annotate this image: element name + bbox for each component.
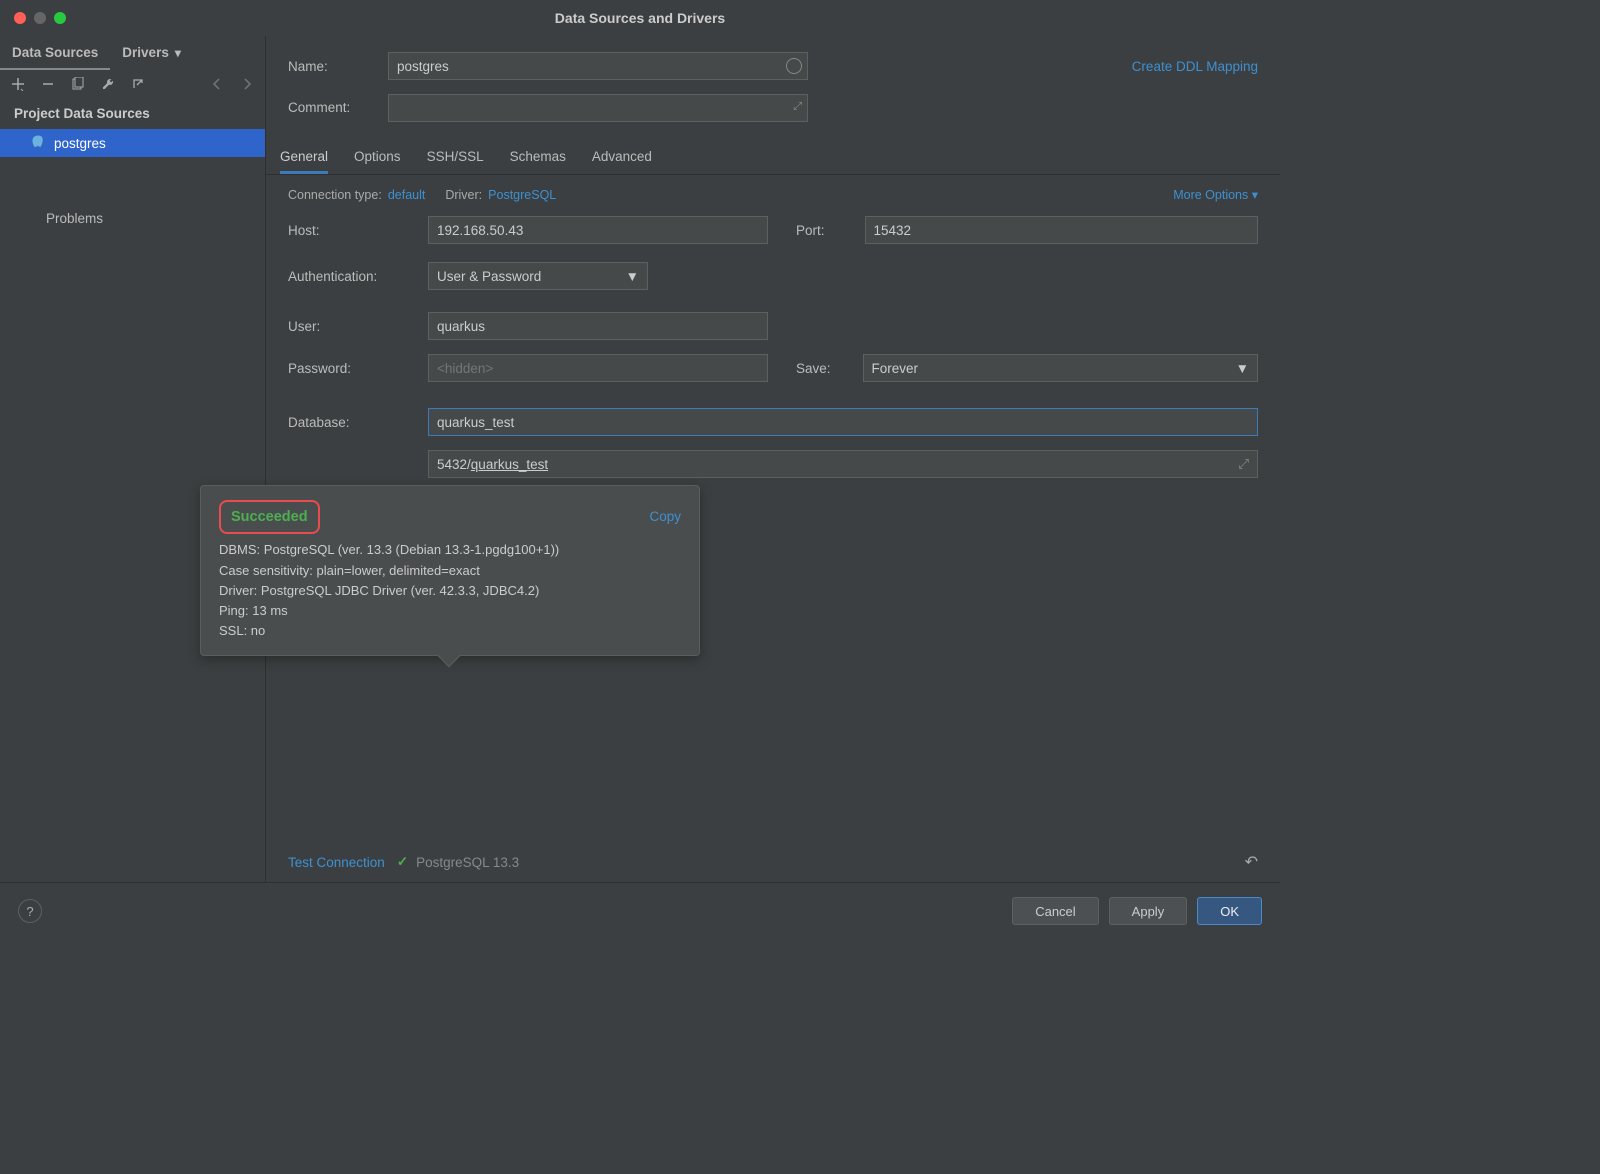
form-body: Host: Port: Authentication: User & Passw… [266,214,1280,492]
driver-label: Driver: [445,188,482,202]
url-db: quarkus_test [471,457,548,472]
traffic-lights [14,12,66,24]
remove-icon[interactable] [40,76,56,92]
comment-input[interactable] [388,94,808,122]
window-title: Data Sources and Drivers [555,10,725,26]
create-ddl-mapping-link[interactable]: Create DDL Mapping [1132,59,1258,74]
copy-link[interactable]: Copy [649,507,681,528]
port-label: Port: [796,223,825,238]
expand-icon[interactable]: ⤢ [793,101,802,114]
right-panel: Name: Create DDL Mapping Comment: ⤢ Gene… [266,36,1280,882]
database-label: Database: [288,415,428,430]
chevron-down-icon: ▼ [1236,361,1249,376]
tooltip-line: SSL: no [219,621,681,641]
tab-drivers-label: Drivers [122,45,169,60]
test-connection-link[interactable]: Test Connection [288,855,385,870]
name-field-wrap [388,52,808,80]
form-top: Name: Create DDL Mapping Comment: ⤢ [266,36,1280,140]
url-input[interactable]: 5432/quarkus_test ⤢ [428,450,1258,478]
host-input[interactable] [428,216,768,244]
titlebar: Data Sources and Drivers [0,0,1280,36]
minimize-window-icon [34,12,46,24]
driver-value[interactable]: PostgreSQL [488,188,556,202]
project-data-sources-header: Project Data Sources [0,98,265,129]
chevron-down-icon: ▼ [626,269,639,284]
wrench-icon[interactable] [100,76,116,92]
comment-label: Comment: [288,100,388,115]
connection-test-tooltip: Succeeded Copy DBMS: PostgreSQL (ver. 13… [200,485,700,656]
tooltip-line: Driver: PostgreSQL JDBC Driver (ver. 42.… [219,581,681,601]
name-input[interactable] [388,52,808,80]
tab-drivers[interactable]: Drivers ▾ [110,36,193,70]
url-text: 5432/quarkus_test [437,457,548,472]
detail-tabs: General Options SSH/SSL Schemas Advanced [266,140,1280,175]
sidebar-tabs: Data Sources Drivers ▾ [0,36,265,70]
user-input[interactable] [428,312,768,340]
auth-select[interactable]: User & Password ▼ [428,262,648,290]
connection-type-label: Connection type: [288,188,382,202]
problems-node[interactable]: Problems [0,205,265,233]
expand-icon[interactable]: ⤢ [1238,456,1249,472]
sidebar: Data Sources Drivers ▾ Project Data Sourc… [0,36,266,882]
tab-ssh-ssl[interactable]: SSH/SSL [427,140,484,174]
main-split: Data Sources Drivers ▾ Project Data Sourc… [0,36,1280,882]
back-icon[interactable] [209,76,225,92]
host-label: Host: [288,223,428,238]
color-picker-icon[interactable] [786,58,802,74]
forward-icon[interactable] [239,76,255,92]
tab-data-sources[interactable]: Data Sources [0,36,110,70]
ok-button[interactable]: OK [1197,897,1262,925]
more-options-link[interactable]: More Options ▾ [1173,187,1258,202]
maximize-window-icon[interactable] [54,12,66,24]
auth-label: Authentication: [288,269,428,284]
name-label: Name: [288,59,388,74]
tab-general[interactable]: General [280,140,328,174]
tab-schemas[interactable]: Schemas [510,140,566,174]
port-input[interactable] [865,216,1258,244]
sidebar-toolbar [0,70,265,98]
more-options-label: More Options [1173,188,1248,202]
close-window-icon[interactable] [14,12,26,24]
tooltip-line: DBMS: PostgreSQL (ver. 13.3 (Debian 13.3… [219,540,681,560]
password-input[interactable] [428,354,768,382]
tree-item-label: postgres [54,136,106,151]
tab-options[interactable]: Options [354,140,401,174]
database-input[interactable] [428,408,1258,436]
auth-select-value: User & Password [437,269,541,284]
password-label: Password: [288,361,428,376]
copy-icon[interactable] [70,76,86,92]
help-icon[interactable]: ? [18,899,42,923]
tree-item-postgres[interactable]: postgres [0,129,265,157]
goto-icon[interactable] [130,76,146,92]
postgres-icon [30,135,46,151]
connection-row: Connection type: default Driver: Postgre… [266,175,1280,214]
user-label: User: [288,319,428,334]
cancel-button[interactable]: Cancel [1012,897,1098,925]
undo-icon[interactable]: ↶ [1245,852,1258,872]
test-connection-row: Test Connection ✓ PostgreSQL 13.3 ↶ [266,841,1280,882]
save-select[interactable]: Forever ▼ [863,354,1258,382]
chevron-down-icon: ▾ [175,46,181,60]
save-label: Save: [796,361,831,376]
url-prefix: 5432/ [437,457,471,472]
tooltip-line: Ping: 13 ms [219,601,681,621]
check-icon: ✓ [397,854,408,870]
apply-button[interactable]: Apply [1109,897,1188,925]
add-icon[interactable] [10,76,26,92]
succeeded-badge: Succeeded [219,500,320,534]
footer: ? Cancel Apply OK [0,882,1280,939]
tab-advanced[interactable]: Advanced [592,140,652,174]
tooltip-line: Case sensitivity: plain=lower, delimited… [219,561,681,581]
driver-version: PostgreSQL 13.3 [416,855,519,870]
connection-type-value[interactable]: default [388,188,426,202]
save-select-value: Forever [872,361,919,376]
comment-field-wrap: ⤢ [388,94,808,120]
